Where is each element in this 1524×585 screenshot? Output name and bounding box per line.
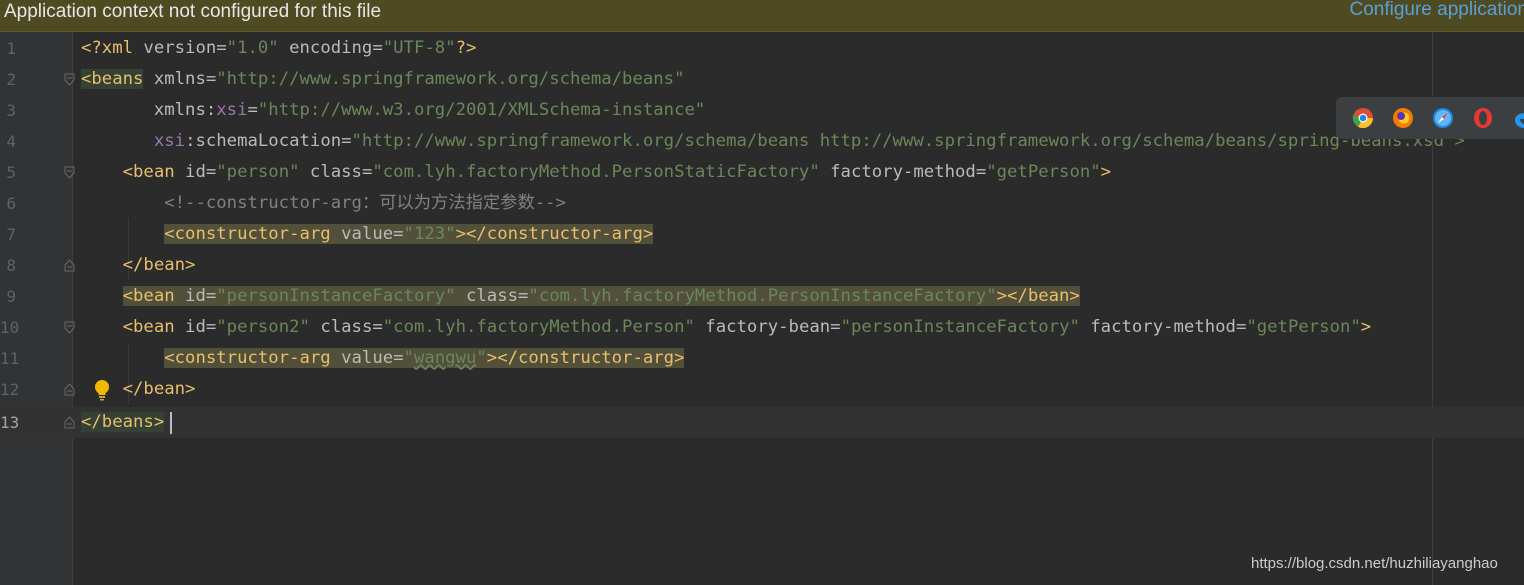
line-number: 2 — [6, 70, 16, 89]
line-number: 11 — [0, 349, 20, 368]
spelling-warning: wangwu — [413, 348, 477, 368]
firefox-icon[interactable] — [1392, 107, 1414, 129]
fold-open-icon[interactable] — [64, 73, 75, 86]
line-number: 7 — [6, 225, 16, 244]
line-number: 4 — [6, 132, 16, 151]
code-line[interactable]: 3 xmlns:xsi="http://www.w3.org/2001/XMLS… — [0, 95, 1524, 126]
line-number: 10 — [0, 318, 20, 337]
code-text: <bean id="person2" class="com.lyh.factor… — [122, 317, 1372, 337]
watermark: https://blog.csdn.net/huzhiliayanghao — [1251, 555, 1498, 572]
notification-banner: Application context not configured for t… — [0, 0, 1524, 32]
line-number: 1 — [6, 39, 16, 58]
line-number: 9 — [6, 287, 16, 306]
code-line[interactable]: 10 <bean id="person2" class="com.lyh.fac… — [0, 312, 1524, 343]
line-number: 3 — [6, 101, 16, 120]
line-number: 5 — [6, 163, 16, 182]
banner-message: Application context not configured for t… — [4, 1, 382, 22]
chrome-icon[interactable] — [1352, 107, 1374, 129]
code-line-current[interactable]: 13 </beans> — [0, 407, 1524, 438]
opera-icon[interactable] — [1472, 107, 1494, 129]
fold-close-icon[interactable] — [64, 416, 75, 429]
code-editor[interactable]: 1 <?xml version="1.0" encoding="UTF-8"?>… — [0, 32, 1524, 585]
xml-comment: <!--constructor-arg：可以为方法指定参数--> — [164, 193, 566, 213]
code-text: <beans xmlns="http://www.springframework… — [81, 69, 685, 89]
code-line[interactable]: 2 <beans xmlns="http://www.springframewo… — [0, 64, 1524, 95]
fold-open-icon[interactable] — [64, 166, 75, 179]
configure-application-link[interactable]: Configure application — [1349, 0, 1524, 22]
code-text: xsi:schemaLocation="http://www.springfra… — [153, 131, 1465, 151]
fold-open-icon[interactable] — [64, 321, 75, 334]
code-line[interactable]: 11 <constructor-arg value="wangwu"></con… — [0, 343, 1524, 374]
code-line[interactable]: 6 <!--constructor-arg：可以为方法指定参数--> — [0, 188, 1524, 219]
code-text: <bean id="personInstanceFactory" class="… — [122, 286, 1080, 306]
code-text: <constructor-arg value="wangwu"></constr… — [164, 348, 685, 368]
code-text: xmlns:xsi="http://www.w3.org/2001/XMLSch… — [153, 100, 706, 120]
code-line[interactable]: 5 <bean id="person" class="com.lyh.facto… — [0, 157, 1524, 188]
code-line[interactable]: 8 </bean> — [0, 250, 1524, 281]
code-text: <!--constructor-arg：可以为方法指定参数--> — [81, 188, 566, 219]
browser-preview-toolbar — [1336, 97, 1524, 139]
code-text: <constructor-arg value="123"></construct… — [164, 224, 654, 244]
code-line[interactable]: 1 <?xml version="1.0" encoding="UTF-8"?> — [0, 33, 1524, 64]
line-number: 12 — [0, 380, 20, 399]
fold-close-icon[interactable] — [64, 259, 75, 272]
text-cursor — [170, 412, 172, 434]
code-text: </beans> — [81, 412, 165, 432]
line-number: 13 — [0, 413, 20, 432]
line-number: 6 — [6, 194, 16, 213]
edge-icon[interactable] — [1512, 107, 1524, 129]
code-text: <?xml version="1.0" encoding="UTF-8"?> — [81, 38, 477, 58]
code-text: <bean id="person" class="com.lyh.factory… — [122, 162, 1112, 182]
safari-icon[interactable] — [1432, 107, 1454, 129]
code-line[interactable]: 7 <constructor-arg value="123"></constru… — [0, 219, 1524, 250]
code-line[interactable]: 4 xsi:schemaLocation="http://www.springf… — [0, 126, 1524, 157]
code-text: </bean> — [122, 255, 196, 275]
code-text: </bean> — [122, 379, 196, 399]
fold-close-icon[interactable] — [64, 383, 75, 396]
code-line[interactable]: 12 </bean> — [0, 374, 1524, 405]
line-number: 8 — [6, 256, 16, 275]
code-line[interactable]: 9 <bean id="personInstanceFactory" class… — [0, 281, 1524, 312]
